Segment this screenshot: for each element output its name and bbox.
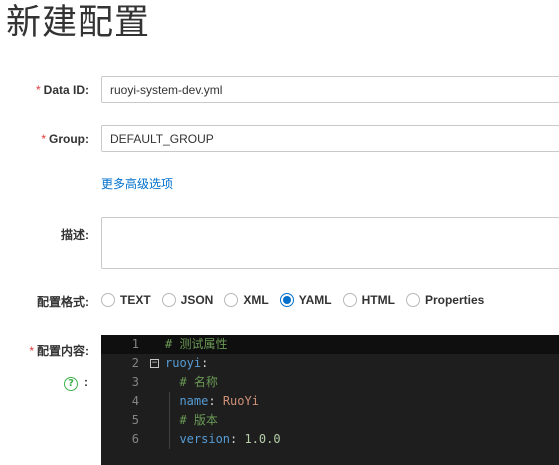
line-number: 3: [131, 375, 139, 389]
line-number: 2: [131, 356, 139, 370]
line-code: # 版本: [165, 411, 218, 430]
advanced-options-link[interactable]: 更多高级选项: [101, 175, 173, 192]
line-number: 4: [131, 394, 139, 408]
editor-line[interactable]: 3 # 名称: [101, 373, 559, 392]
question-circle-icon[interactable]: ?: [64, 377, 78, 391]
group-label-text: Group:: [49, 132, 89, 146]
line-colon: :: [201, 356, 209, 370]
data-id-row: * Data ID:: [0, 76, 559, 104]
line-number: 1: [131, 337, 139, 351]
editor-line[interactable]: 1 # 测试属性: [101, 335, 559, 354]
format-option-label: YAML: [298, 293, 332, 307]
fold-minus-icon[interactable]: −: [150, 359, 159, 368]
group-input[interactable]: [101, 125, 559, 152]
format-option-text[interactable]: TEXT: [101, 293, 151, 307]
format-option-xml[interactable]: XML: [224, 293, 269, 307]
format-option-label: HTML: [361, 293, 395, 307]
data-id-input[interactable]: [101, 76, 559, 103]
format-label: 配置格式:: [37, 295, 89, 309]
radio-circle-icon[interactable]: [342, 293, 357, 307]
format-option-label: XML: [243, 293, 269, 307]
line-number: 5: [131, 413, 139, 427]
data-id-label-text: Data ID:: [43, 83, 89, 97]
format-option-yaml[interactable]: YAML: [279, 293, 332, 307]
format-option-properties[interactable]: Properties: [405, 293, 485, 307]
required-mark: *: [41, 132, 46, 146]
line-comment: # 测试属性: [165, 337, 228, 351]
required-mark: *: [35, 83, 41, 97]
format-option-html[interactable]: HTML: [342, 293, 395, 307]
line-code: # 测试属性: [165, 335, 227, 354]
line-key: ruoyi: [165, 356, 202, 370]
content-label: * 配置内容:: [29, 342, 89, 359]
line-value: 1.0.0: [244, 432, 281, 446]
format-radio-group: TEXT JSON XML YAML HTML Properties: [101, 290, 495, 310]
format-option-json[interactable]: JSON: [161, 293, 214, 307]
line-comment: # 名称: [179, 375, 218, 389]
line-code: name: RuoYi: [165, 392, 259, 411]
radio-circle-icon[interactable]: [101, 293, 115, 307]
line-colon: :: [230, 432, 245, 446]
line-value: RuoYi: [222, 394, 259, 408]
format-row: 配置格式: TEXT JSON XML YAML HTML Properties: [0, 290, 559, 310]
description-textarea[interactable]: [101, 217, 559, 269]
line-code: ruoyi:: [165, 354, 208, 373]
required-mark: *: [29, 344, 34, 358]
editor-line[interactable]: 4 name: RuoYi: [101, 392, 559, 411]
radio-circle-icon[interactable]: [161, 293, 176, 307]
line-comment: # 版本: [179, 413, 218, 427]
radio-circle-icon[interactable]: [405, 293, 420, 307]
format-option-label: Properties: [424, 293, 485, 307]
group-label: * Group:: [41, 132, 89, 146]
help-colon: :: [84, 375, 88, 389]
radio-circle-icon[interactable]: [224, 293, 239, 307]
editor-line[interactable]: 2 − ruoyi:: [101, 354, 559, 373]
line-code: version: 1.0.0: [165, 430, 281, 449]
format-option-label: TEXT: [120, 293, 151, 307]
radio-checked-icon[interactable]: [279, 293, 294, 307]
description-label: 描述:: [61, 228, 89, 242]
line-key: version: [179, 432, 231, 446]
line-key: name: [179, 394, 209, 408]
line-number: 6: [131, 432, 139, 446]
code-editor[interactable]: 1 # 测试属性 2 − ruoyi: 3 # 名称 4 name: RuoYi…: [101, 335, 559, 465]
editor-line[interactable]: 5 # 版本: [101, 411, 559, 430]
group-row: * Group:: [0, 125, 559, 153]
content-label-text: 配置内容:: [37, 344, 89, 358]
format-option-label: JSON: [180, 293, 214, 307]
data-id-label: * Data ID:: [36, 83, 89, 97]
line-colon: :: [208, 394, 223, 408]
page-title: 新建配置: [6, 3, 151, 42]
line-code: # 名称: [165, 373, 218, 392]
description-row: 描述:: [0, 217, 559, 269]
editor-line[interactable]: 6 version: 1.0.0: [101, 430, 559, 449]
